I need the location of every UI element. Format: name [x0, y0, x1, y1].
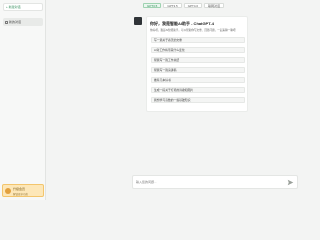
welcome-title: 你好，我是智能AI助手 - ChatGPT-4	[150, 21, 215, 26]
assistant-avatar	[134, 17, 142, 25]
chat-icon	[5, 20, 8, 24]
upgrade-subtitle: 解锁更多功能	[13, 193, 29, 196]
suggestion-item[interactable]: 我想学习高数的一些基础知识	[151, 97, 245, 103]
tab-web[interactable]: 联网对话	[204, 3, 225, 8]
upgrade-card[interactable]: 升级会员 解锁更多功能	[2, 184, 44, 197]
send-icon[interactable]	[287, 179, 294, 186]
suggestion-item[interactable]: 帮我写一篇演讲稿	[151, 67, 245, 73]
suggestion-item[interactable]: 帮我写一篇工作总结	[151, 57, 245, 63]
suggestion-item[interactable]: AI对工作将带来什么变化	[151, 47, 245, 53]
sidebar: + 新建对话 新的对话 升级会员 解锁更多功能	[0, 0, 46, 200]
tab-gpt35-alt[interactable]: GPT3.5	[163, 3, 182, 8]
suggestion-item[interactable]: 推荐几本好书	[151, 77, 245, 83]
tab-gpt40[interactable]: GPT4.0	[183, 3, 203, 8]
suggestion-item[interactable]: 写一篇关于春天的文章	[151, 37, 245, 43]
crown-icon	[5, 188, 11, 194]
new-chat-label: + 新建对话	[6, 5, 21, 9]
suggestion-item[interactable]: 生成一段关于灯塔的诗歌和图片	[151, 87, 245, 93]
sidebar-item-label: 新的对话	[9, 20, 22, 24]
welcome-subtitle: 你好呀，我是AI智能助手，可以帮助你写文章、回答问题，一起来聊一聊吧	[150, 29, 236, 32]
chat-input[interactable]	[136, 178, 276, 186]
upgrade-title: 升级会员	[13, 187, 26, 191]
model-tabs: GPT3.5 GPT3.5 GPT4.0 联网对话	[143, 3, 225, 8]
new-chat-button[interactable]: + 新建对话	[3, 3, 43, 11]
sidebar-item-history[interactable]: 新的对话	[3, 18, 43, 26]
tab-gpt35[interactable]: GPT3.5	[143, 3, 162, 8]
chat-input-bar	[132, 175, 298, 189]
welcome-message: 你好，我是智能AI助手 - ChatGPT-4 你好呀，我是AI智能助手，可以帮…	[146, 16, 248, 112]
